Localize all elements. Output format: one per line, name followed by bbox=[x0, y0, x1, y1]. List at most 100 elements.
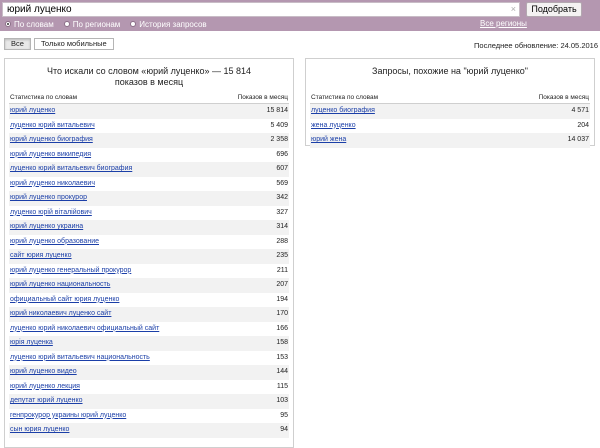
words-panel-title: Что искали со словом «юрий луценко» — 15… bbox=[47, 66, 251, 87]
shows-count: 194 bbox=[276, 295, 288, 303]
table-row: луценко юрій віталійович 327 bbox=[9, 206, 289, 221]
shows-count: 696 bbox=[276, 150, 288, 158]
keyword-link[interactable]: юрий николаевич луценко сайт bbox=[10, 307, 111, 322]
radio-selected-icon bbox=[5, 21, 11, 27]
mode-by-words[interactable]: По словам bbox=[5, 20, 54, 29]
shows-count: 314 bbox=[276, 223, 288, 230]
mode-history[interactable]: История запросов bbox=[130, 19, 207, 29]
table-row: жена луценко 204 bbox=[310, 119, 590, 134]
shows-count: 103 bbox=[276, 397, 288, 404]
keyword-link[interactable]: юрий луценко украина bbox=[10, 220, 83, 235]
shows-count: 2 358 bbox=[270, 136, 288, 143]
keyword-link[interactable]: юрія луценка bbox=[10, 336, 53, 351]
table-row: юрий жена 14 037 bbox=[310, 133, 590, 148]
tab-all[interactable]: Все bbox=[4, 38, 31, 50]
mode-label: История запросов bbox=[139, 19, 207, 29]
column-shows-header: Показов в месяц bbox=[538, 94, 589, 101]
table-row: юрий луценко образование 288 bbox=[9, 235, 289, 250]
keyword-link[interactable]: сын юрия луценко bbox=[10, 423, 69, 438]
search-input[interactable]: юрий луценко × bbox=[2, 2, 520, 17]
table-header: Статистика по словам Показов в месяц bbox=[310, 93, 590, 104]
shows-count: 15 814 bbox=[266, 107, 288, 114]
table-row: юрий луценко прокурор 342 bbox=[9, 191, 289, 206]
device-tabs: Все Только мобильные bbox=[4, 38, 114, 50]
similar-panel-title: Запросы, похожие на "юрий луценко" bbox=[372, 66, 528, 76]
table-row: луценко юрий витальевич биография 607 bbox=[9, 162, 289, 177]
table-row: депутат юрий луценко 103 bbox=[9, 394, 289, 409]
shows-count: 4 571 bbox=[571, 107, 589, 114]
shows-count: 14 037 bbox=[567, 136, 589, 143]
table-header: Статистика по словам Показов в месяц bbox=[9, 93, 289, 104]
shows-count: 342 bbox=[276, 194, 288, 201]
column-stats-header: Статистика по словам bbox=[10, 94, 78, 101]
keyword-link[interactable]: луценко биография bbox=[311, 104, 375, 119]
keyword-link[interactable]: юрий луценко видео bbox=[10, 365, 77, 380]
all-regions-link[interactable]: Все регионы bbox=[480, 19, 527, 28]
mode-label: По словам bbox=[14, 19, 54, 29]
table-row: юрий луценко википедия 696 bbox=[9, 148, 289, 163]
table-row: луценко юрий витальевич 5 409 bbox=[9, 119, 289, 134]
table-row: юрий николаевич луценко сайт 170 bbox=[9, 307, 289, 322]
keyword-link[interactable]: луценко юрий витальевич биография bbox=[10, 162, 132, 177]
keyword-link[interactable]: сайт юрия луценко bbox=[10, 249, 72, 264]
table-row: юрий луценко 15 814 bbox=[9, 104, 289, 119]
keyword-link[interactable]: луценко юрий николаевич официальный сайт bbox=[10, 322, 159, 337]
similar-panel: Запросы, похожие на "юрий луценко" Стати… bbox=[305, 58, 595, 148]
shows-count: 569 bbox=[276, 179, 288, 187]
clear-icon[interactable]: × bbox=[511, 3, 516, 16]
keyword-link[interactable]: жена луценко bbox=[311, 119, 356, 134]
shows-count: 235 bbox=[276, 252, 288, 259]
shows-count: 95 bbox=[280, 411, 288, 419]
keyword-link[interactable]: юрий жена bbox=[311, 133, 346, 148]
keyword-link[interactable]: юрий луценко биография bbox=[10, 133, 93, 148]
table-row: генпрокурор украины юрий луценко 95 bbox=[9, 409, 289, 424]
keyword-link[interactable]: юрий луценко генеральный прокурор bbox=[10, 264, 131, 279]
table-row: юрий луценко биография 2 358 bbox=[9, 133, 289, 148]
table-row: юрий луценко лекция 115 bbox=[9, 380, 289, 395]
table-row: юрія луценка 158 bbox=[9, 336, 289, 351]
table-row: юрий луценко украина 314 bbox=[9, 220, 289, 235]
keyword-link[interactable]: юрий луценко лекция bbox=[10, 380, 80, 395]
table-row: юрий луценко генеральный прокурор 211 bbox=[9, 264, 289, 279]
last-update-text: Последнее обновление: 24.05.2016 bbox=[474, 41, 598, 50]
words-rows: юрий луценко 15 814 луценко юрий витальеви… bbox=[9, 104, 289, 438]
words-panel: Что искали со словом «юрий луценко» — 15… bbox=[4, 58, 294, 448]
shows-count: 158 bbox=[276, 339, 288, 346]
keyword-link[interactable]: юрий луценко национальность bbox=[10, 278, 110, 293]
shows-count: 144 bbox=[276, 368, 288, 375]
column-shows-header: Показов в месяц bbox=[237, 94, 288, 101]
search-mode-group: По словам По регионам История запросов bbox=[5, 19, 207, 29]
mode-label: По регионам bbox=[72, 19, 121, 29]
keyword-link[interactable]: юрий луценко образование bbox=[10, 235, 99, 250]
keyword-link[interactable]: официальный сайт юрия луценко bbox=[10, 293, 119, 308]
shows-count: 170 bbox=[276, 310, 288, 317]
similar-rows: луценко биография 4 571 жена луценко 204 юри… bbox=[310, 104, 590, 148]
keyword-link[interactable]: юрий луценко bbox=[10, 104, 55, 119]
keyword-link[interactable]: юрий луценко википедия bbox=[10, 148, 91, 163]
shows-count: 94 bbox=[280, 426, 288, 433]
shows-count: 204 bbox=[577, 121, 589, 129]
shows-count: 207 bbox=[276, 281, 288, 288]
shows-count: 153 bbox=[276, 353, 288, 361]
keyword-link[interactable]: луценко юрий витальевич bbox=[10, 119, 95, 134]
keyword-link[interactable]: луценко юрий витальевич национальность bbox=[10, 351, 150, 366]
similar-table: Статистика по словам Показов в месяц луц… bbox=[310, 93, 590, 148]
shows-count: 166 bbox=[276, 324, 288, 332]
keyword-link[interactable]: генпрокурор украины юрий луценко bbox=[10, 409, 126, 424]
keyword-link[interactable]: депутат юрий луценко bbox=[10, 394, 83, 409]
table-row: сайт юрия луценко 235 bbox=[9, 249, 289, 264]
table-row: официальный сайт юрия луценко 194 bbox=[9, 293, 289, 308]
table-row: луценко юрий витальевич национальность 15… bbox=[9, 351, 289, 366]
mode-by-regions[interactable]: По регионам bbox=[63, 19, 121, 29]
search-query-text: юрий луценко bbox=[7, 4, 72, 15]
shows-count: 607 bbox=[276, 165, 288, 172]
tab-mobile-only[interactable]: Только мобильные bbox=[33, 38, 114, 50]
keyword-link[interactable]: юрий луценко прокурор bbox=[10, 191, 87, 206]
submit-search-button[interactable]: Подобрать bbox=[526, 2, 582, 17]
radio-icon bbox=[63, 21, 70, 27]
shows-count: 327 bbox=[276, 208, 288, 216]
table-row: луценко юрий николаевич официальный сайт… bbox=[9, 322, 289, 337]
keyword-link[interactable]: луценко юрій віталійович bbox=[10, 206, 92, 221]
table-row: сын юрия луценко 94 bbox=[9, 423, 289, 438]
keyword-link[interactable]: юрий луценко николаевич bbox=[10, 177, 95, 192]
